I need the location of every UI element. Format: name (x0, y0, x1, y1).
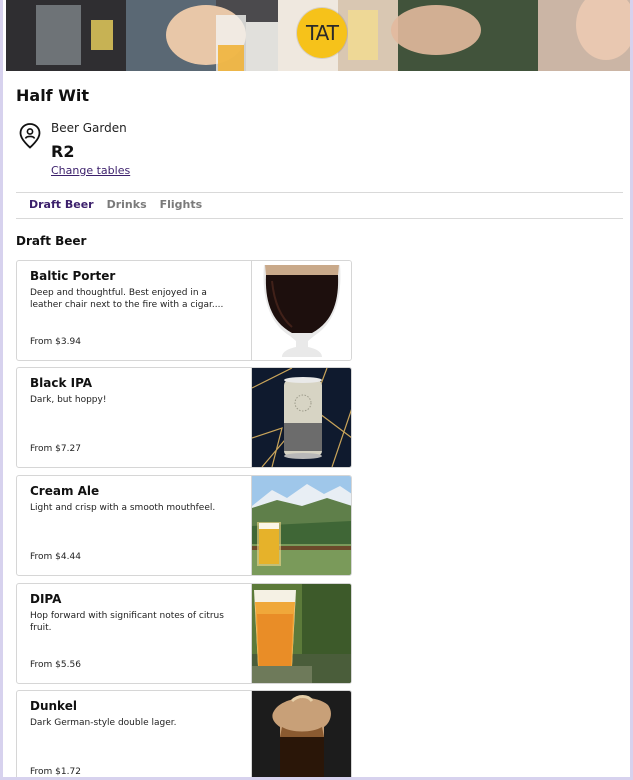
menu-item-description: Deep and thoughtful. Best enjoyed in a l… (30, 288, 224, 310)
menu-item-price: From $5.56 (30, 660, 81, 670)
menu-item-description: Light and crisp with a smooth mouthfeel. (30, 503, 216, 513)
menu-item-name: DIPA (30, 592, 62, 606)
dunkel-glass-image (252, 691, 351, 777)
menu-item-card[interactable]: Baltic Porter Deep and thoughtful. Best … (16, 260, 352, 361)
change-tables-link[interactable]: Change tables (51, 164, 130, 177)
location-pin-icon (19, 123, 41, 149)
menu-item-price: From $3.94 (30, 337, 81, 347)
menu-item-price: From $4.44 (30, 552, 81, 562)
menu-item-details: Dunkel Dark German-style double lager. F… (30, 699, 240, 777)
menu-item-image (251, 691, 351, 777)
menu-item-card[interactable]: Cream Ale Light and crisp with a smooth … (16, 475, 352, 576)
menu-item-price: From $7.27 (30, 444, 81, 454)
tab-draft-beer[interactable]: Draft Beer (29, 198, 94, 211)
menu-item-description: Dark German-style double lager. (30, 718, 177, 728)
menu-item-image (251, 476, 351, 575)
menu-item-name: Baltic Porter (30, 269, 116, 283)
menu-item-image (251, 261, 351, 360)
menu-item-description: Hop forward with significant notes of ci… (30, 611, 224, 633)
table-code: R2 (51, 142, 75, 161)
menu-item-description: Dark, but hoppy! (30, 395, 107, 405)
menu-item-card[interactable]: Dunkel Dark German-style double lager. F… (16, 690, 352, 777)
app-frame: TAT Half Wit Beer Garden R2 Change table… (0, 0, 633, 780)
menu-item-name: Dunkel (30, 699, 77, 713)
category-tabs: Draft Beer Drinks Flights (29, 198, 202, 211)
porter-glass-image (252, 261, 351, 360)
cream-ale-mountain-image (252, 476, 351, 575)
divider-tabs (16, 218, 623, 219)
section-title: Draft Beer (16, 234, 87, 248)
tab-drinks[interactable]: Drinks (107, 198, 147, 211)
black-ipa-can-image (252, 368, 351, 467)
menu-item-name: Black IPA (30, 376, 93, 390)
tab-flights[interactable]: Flights (160, 198, 203, 211)
area-name: Beer Garden (51, 121, 127, 135)
menu-item-details: Cream Ale Light and crisp with a smooth … (30, 484, 240, 568)
divider-top (16, 192, 623, 193)
menu-item-name: Cream Ale (30, 484, 100, 498)
menu-item-image (251, 368, 351, 467)
header-banner-image: TAT (6, 0, 630, 71)
menu-item-details: Black IPA Dark, but hoppy! From $7.27 (30, 376, 240, 460)
menu-item-card[interactable]: DIPA Hop forward with significant notes … (16, 583, 352, 684)
menu-item-card[interactable]: Black IPA Dark, but hoppy! From $7.27 (16, 367, 352, 468)
dipa-glass-image (252, 584, 351, 683)
menu-item-image (251, 584, 351, 683)
menu-item-details: Baltic Porter Deep and thoughtful. Best … (30, 269, 240, 353)
venue-title: Half Wit (16, 86, 89, 105)
brand-logo: TAT (297, 8, 347, 58)
menu-item-price: From $1.72 (30, 767, 81, 777)
menu-item-details: DIPA Hop forward with significant notes … (30, 592, 240, 676)
